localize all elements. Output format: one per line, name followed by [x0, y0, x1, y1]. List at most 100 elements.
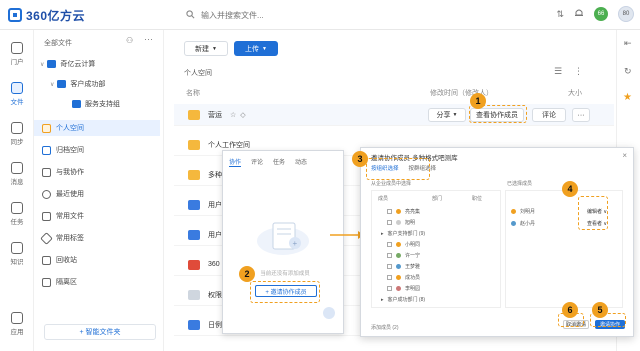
tree-item-archive[interactable]: 归档空间	[34, 142, 160, 158]
group-row[interactable]: ▸ 客户支持部门 (9)	[381, 230, 425, 238]
highlight-invite-button	[250, 281, 320, 303]
tree-item-tags[interactable]: 常用标签	[34, 230, 160, 246]
search-bar[interactable]	[186, 8, 351, 22]
task-icon	[11, 202, 23, 214]
tree-item-collab[interactable]: 与我协作	[34, 164, 160, 180]
rail-item-knowledge[interactable]: 知识	[0, 242, 34, 266]
new-button[interactable]: 新建 ▼	[184, 41, 228, 56]
person-icon	[42, 123, 51, 133]
home-icon	[11, 42, 23, 54]
step-badge-2: 2	[239, 266, 255, 282]
step-badge-6: 6	[562, 302, 578, 318]
member-row[interactable]: 成功员	[387, 274, 420, 281]
selected-member[interactable]: 赵小丹	[511, 220, 535, 227]
footer-count: 添加成员 (2)	[371, 325, 399, 331]
trash-icon	[42, 255, 51, 265]
empty-illustration-icon: +	[257, 222, 309, 255]
share-button[interactable]: 分享 ▼	[428, 108, 466, 122]
app-window: 360亿方云 ⇅ 66 80 门户 文件 同步 消息 任务 知识 应用 全部文件…	[0, 0, 640, 351]
tab-comments[interactable]: 评论	[251, 157, 263, 167]
folder-icon	[47, 60, 57, 68]
clock-icon	[42, 189, 51, 199]
word-doc-icon	[188, 229, 200, 240]
search-input[interactable]	[201, 10, 351, 20]
member-row[interactable]: 亮亮集	[387, 208, 420, 215]
message-icon	[11, 162, 23, 174]
tag-icon[interactable]: ◇	[240, 111, 245, 119]
column-size[interactable]: 大小	[568, 88, 582, 98]
rail-item-tasks[interactable]: 任务	[0, 202, 34, 226]
archive-icon	[42, 145, 51, 155]
user-avatar-small[interactable]: 66	[594, 7, 608, 21]
rail-item-messages[interactable]: 消息	[0, 162, 34, 186]
tree-item-support-group[interactable]: 服务支持组	[34, 96, 160, 112]
top-right-tools: ⇅ 66 80	[556, 6, 634, 22]
list-view-icon[interactable]: ☰	[554, 66, 562, 77]
member-row[interactable]: 小明同	[387, 241, 420, 248]
right-header: 已选择成员	[507, 181, 533, 187]
logo[interactable]: 360亿方云	[8, 7, 85, 23]
doc-icon	[188, 289, 200, 300]
tree-item-recent[interactable]: 最近使用	[34, 186, 160, 202]
file-icon	[11, 82, 23, 94]
more-icon[interactable]: ⋮	[574, 66, 583, 77]
user-avatar[interactable]: 80	[618, 6, 634, 22]
comment-button[interactable]: 评论	[532, 108, 566, 122]
rail-item-apps[interactable]: 应用	[0, 312, 34, 336]
tag-icon	[40, 231, 53, 245]
left-header: 从企业成员中选择	[371, 181, 412, 187]
column-name[interactable]: 名称	[186, 88, 200, 98]
close-icon[interactable]: ×	[622, 151, 627, 160]
nav-rail: 门户 文件 同步 消息 任务 知识 应用	[0, 30, 34, 351]
bell-icon[interactable]	[574, 8, 584, 20]
logo-text: 360亿方云	[26, 8, 86, 23]
breadcrumb: 个人空间	[184, 70, 212, 77]
upload-button[interactable]: 上传 ▼	[234, 41, 278, 56]
column-position: 职位	[472, 196, 483, 202]
folder-icon	[57, 80, 67, 88]
step-badge-1: 1	[470, 93, 486, 109]
tree-item-trash[interactable]: 回收站	[34, 252, 160, 268]
tree-item-customer-success[interactable]: ∨ 客户成功部	[34, 76, 160, 92]
member-row[interactable]: 许一宁	[387, 252, 420, 259]
folder-icon	[188, 109, 200, 120]
star-file-icon	[42, 211, 51, 221]
column-member: 成员	[378, 196, 389, 202]
member-row[interactable]: 李明园	[387, 285, 420, 292]
logo-icon	[8, 8, 22, 22]
highlight-modal-tabs	[366, 158, 430, 180]
more-actions-button[interactable]: ···	[572, 108, 590, 122]
folder-icon	[188, 139, 200, 150]
tab-tasks[interactable]: 任务	[273, 157, 285, 167]
collab-icon	[42, 167, 51, 177]
smart-folder-button[interactable]: + 智能文件夹	[44, 324, 156, 340]
column-dept: 部门	[432, 196, 443, 202]
step-badge-5: 5	[592, 302, 608, 318]
org-chart-icon[interactable]: ⚇	[126, 36, 133, 45]
more-icon[interactable]: ···	[144, 34, 153, 44]
member-row[interactable]: 旭明	[387, 219, 415, 226]
search-icon	[186, 9, 195, 21]
star-icon[interactable]: ☆	[230, 111, 236, 119]
star-icon[interactable]: ★	[623, 92, 632, 103]
step-badge-4: 4	[562, 181, 578, 197]
rail-item-portal[interactable]: 门户	[0, 42, 34, 66]
collapse-icon[interactable]: ⇤	[624, 38, 632, 49]
refresh-icon[interactable]: ↻	[624, 66, 632, 77]
tree-item-company[interactable]: ∨ 奇亿云计算	[34, 56, 160, 72]
grid-icon	[11, 312, 23, 324]
word-doc-icon	[188, 319, 200, 330]
tab-collab[interactable]: 协作	[229, 157, 242, 167]
tree-header: 全部文件	[44, 40, 72, 47]
tree-item-frequent-files[interactable]: 常用文件	[34, 208, 160, 224]
tab-activity[interactable]: 动态	[295, 157, 307, 167]
tree-item-personal-space[interactable]: 个人空间	[34, 120, 160, 136]
folder-icon	[188, 169, 200, 180]
tree-item-quarantine[interactable]: 隔离区	[34, 274, 160, 290]
rail-item-files[interactable]: 文件	[0, 82, 34, 106]
selected-member[interactable]: 刘明月	[511, 208, 535, 215]
group-row[interactable]: ▸ 客户成功部门 (8)	[381, 296, 425, 304]
sort-arrows-icon[interactable]: ⇅	[556, 9, 564, 20]
member-row[interactable]: 王梦雅	[387, 263, 420, 270]
rail-item-sync[interactable]: 同步	[0, 122, 34, 146]
